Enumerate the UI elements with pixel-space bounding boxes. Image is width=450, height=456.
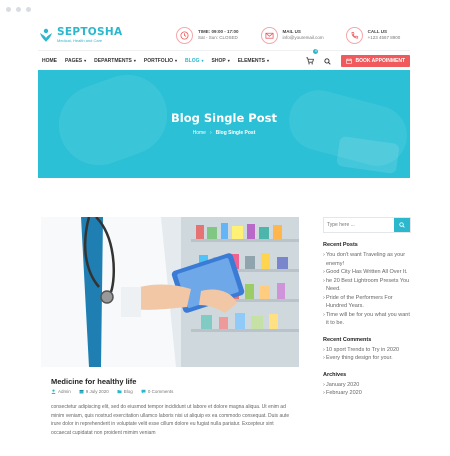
post-title[interactable]: Medicine for healthy life	[51, 377, 136, 386]
page-hero-banner: Blog Single Post Home › Blog Single Post	[38, 70, 410, 178]
book-appointment-label: BOOK APPOINMENT	[355, 57, 405, 64]
book-appointment-button[interactable]: BOOK APPOINMENT	[341, 54, 410, 67]
main-nav: HOME PAGES ▾ DEPARTMENTS ▾ PORTFOLIO ▾ BLOG…	[38, 48, 410, 70]
post-date: 9 July 2020	[79, 389, 109, 394]
breadcrumb: Home › Blog Single Post	[38, 130, 410, 136]
recent-post-link[interactable]: Time will be for you what you want it to…	[323, 311, 411, 328]
cart-count-badge: 0	[313, 48, 319, 54]
post-category[interactable]: Blog	[117, 389, 133, 394]
search-icon	[399, 222, 405, 228]
page-title: Blog Single Post	[171, 111, 277, 125]
search-icon[interactable]	[324, 52, 332, 70]
recent-post-link[interactable]: You don't want Traveling as your enemy!	[323, 251, 411, 268]
chevron-down-icon: ▾	[175, 58, 178, 63]
brand-name: SEPTOSHA	[57, 26, 123, 38]
nav-item-departments[interactable]: DEPARTMENTS ▾	[94, 58, 136, 64]
header-top-bar: SEPTOSHA Medical, Health and Care TIME: …	[38, 20, 410, 50]
nav-label: SHOP	[211, 57, 226, 64]
nav-label: BLOG	[185, 57, 200, 64]
contact-mail: MAIL US info@youremail.com	[260, 26, 324, 44]
hours-sub: Sat - Sun: CLOSED	[198, 35, 238, 40]
post-comments[interactable]: 0 Comments	[141, 389, 174, 394]
logo-mark-icon	[40, 28, 52, 42]
brand-tagline: Medical, Health and Care	[57, 38, 103, 43]
nav-label: HOME	[42, 57, 57, 64]
chevron-down-icon: ▾	[201, 58, 204, 63]
chevron-down-icon: ▾	[266, 58, 269, 63]
window-dots	[6, 7, 31, 12]
recent-post-link[interactable]: Good City Has Written All Over It.	[323, 268, 411, 277]
user-icon	[51, 389, 56, 394]
recent-post-link[interactable]: Pride of the Performers For Hundred Year…	[323, 294, 411, 311]
recent-post-link[interactable]: he 20 Best Lightroom Presets You Need.	[323, 277, 411, 294]
nav-item-pages[interactable]: PAGES ▾	[65, 58, 86, 64]
chevron-down-icon: ▾	[227, 58, 230, 63]
archives-heading: Archives	[323, 371, 347, 378]
folder-icon	[117, 390, 122, 394]
nav-label: PORTFOLIO	[143, 57, 174, 64]
search-input[interactable]	[324, 218, 394, 232]
nav-item-elements[interactable]: ELEMENTS ▾	[238, 58, 269, 64]
breadcrumb-home[interactable]: Home	[193, 130, 206, 136]
mail-address[interactable]: info@youremail.com	[283, 35, 324, 41]
cart-icon	[306, 56, 315, 64]
contact-phone: CALL US +123 4567 8900	[345, 26, 401, 44]
archive-link[interactable]: January 2020	[323, 381, 411, 390]
clock-icon	[176, 26, 193, 44]
nav-item-shop[interactable]: SHOP ▾	[212, 58, 230, 64]
nav-label: DEPARTMENTS	[94, 57, 132, 64]
sidebar-search	[323, 217, 411, 233]
phone-number[interactable]: +123 4567 8900	[368, 35, 401, 41]
logo[interactable]: SEPTOSHA Medical, Health and Care	[38, 27, 162, 43]
post-comments-count: 0 Comments	[147, 389, 174, 394]
post-date-text: 9 July 2020	[85, 389, 109, 394]
mail-icon	[260, 26, 278, 44]
nav-item-blog[interactable]: BLOG ▾	[185, 58, 203, 64]
chevron-down-icon: ▾	[133, 58, 136, 63]
post-featured-image[interactable]	[41, 217, 299, 367]
search-button[interactable]	[394, 218, 410, 232]
nav-label: ELEMENTS	[237, 57, 265, 64]
post-author-name: Admin	[58, 389, 71, 394]
recent-posts-heading: Recent Posts	[323, 242, 358, 248]
comment-icon	[141, 389, 146, 394]
calendar-icon	[79, 390, 84, 394]
contact-hours: TIME: 09:00 - 17:00 Sat - Sun: CLOSED	[176, 26, 239, 44]
recent-comments-heading: Recent Comments	[323, 336, 372, 343]
sidebar: Recent Posts You don't want Traveling as…	[323, 217, 411, 398]
recent-comment-link[interactable]: 10 sport Trends to Try in 2020	[323, 346, 411, 355]
post-excerpt: consectetur adipiscing elit, sed do eius…	[51, 404, 290, 436]
post-meta: Admin 9 July 2020 Blog 0 Comments	[51, 389, 173, 394]
post-author[interactable]: Admin	[51, 389, 71, 394]
phone-icon	[345, 26, 363, 44]
breadcrumb-separator: ›	[209, 130, 212, 136]
cart-button[interactable]: 0	[306, 48, 319, 70]
recent-comment-link[interactable]: Every thing design for your.	[323, 354, 411, 363]
nav-item-home[interactable]: HOME	[42, 58, 57, 64]
calendar-icon	[346, 58, 353, 64]
nav-item-portfolio[interactable]: PORTFOLIO ▾	[144, 58, 177, 64]
nav-label: PAGES	[65, 57, 83, 64]
chevron-down-icon: ▾	[84, 58, 87, 63]
post-category-name: Blog	[123, 389, 133, 394]
archive-link[interactable]: February 2020	[323, 389, 411, 398]
breadcrumb-current: Blog Single Post	[215, 130, 256, 136]
